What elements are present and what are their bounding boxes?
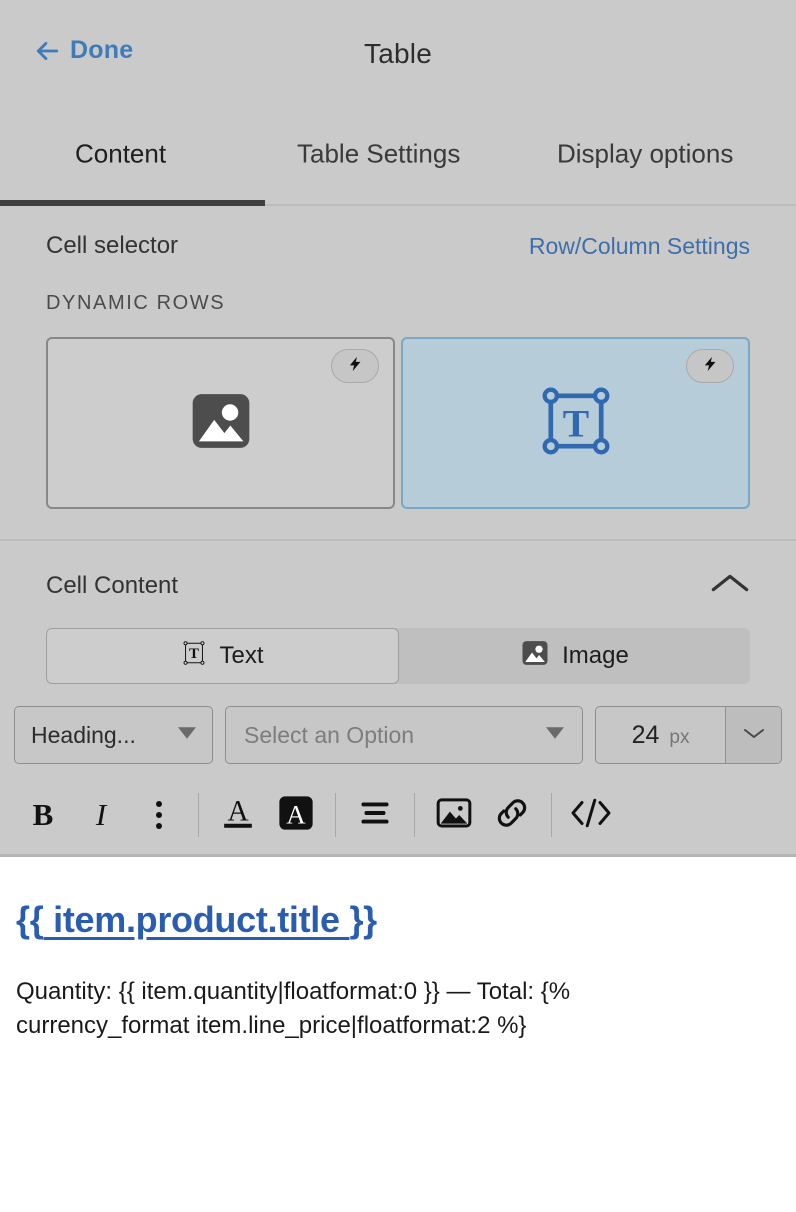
toolbar-separator <box>414 793 415 837</box>
dynamic-rows-caption: DYNAMIC ROWS <box>0 260 796 315</box>
tab-table-settings[interactable]: Table Settings <box>297 138 460 169</box>
insert-link-button[interactable] <box>483 786 541 844</box>
highlight-color-icon: A <box>277 794 315 837</box>
font-size-value: 24 <box>632 721 660 750</box>
segment-text[interactable]: T Text <box>46 628 399 684</box>
highlight-color-button[interactable]: A <box>267 786 325 844</box>
italic-icon: I <box>96 797 106 833</box>
cell-content-title: Cell Content <box>46 572 178 600</box>
chevron-down-icon <box>742 726 766 745</box>
row-column-settings-link[interactable]: Row/Column Settings <box>529 233 750 260</box>
option-select-dropdown[interactable]: Select an Option <box>225 706 583 764</box>
dynamic-badge-text[interactable] <box>686 349 734 383</box>
align-button[interactable] <box>346 786 404 844</box>
block-style-value: Heading... <box>31 722 136 749</box>
tab-display-options[interactable]: Display options <box>557 138 733 169</box>
cell-content-type-segmented: T Text Image <box>46 628 750 684</box>
bold-icon: B <box>33 797 54 833</box>
text-color-button[interactable]: A <box>209 786 267 844</box>
lightning-bolt-icon <box>702 353 719 380</box>
code-icon <box>570 796 612 835</box>
cell-selector-header: Cell selector Row/Column Settings <box>0 206 796 260</box>
page-title: Table <box>0 38 796 70</box>
segment-text-label: Text <box>219 642 263 670</box>
heading-brace-open: {{ <box>16 899 43 940</box>
svg-text:A: A <box>227 795 248 827</box>
dynamic-badge-image[interactable] <box>331 349 379 383</box>
segment-image[interactable]: Image <box>399 628 750 684</box>
lightning-bolt-icon <box>347 353 364 380</box>
heading-link-text[interactable]: item.product.title <box>43 899 349 940</box>
toolbar-separator <box>551 793 552 837</box>
align-icon <box>357 799 393 832</box>
vertical-dots-icon <box>156 801 162 829</box>
text-box-icon: T <box>540 385 612 462</box>
image-outline-icon <box>435 796 473 835</box>
tab-bar: Content Table Settings Display options <box>0 110 796 206</box>
chevron-up-icon[interactable] <box>710 571 750 600</box>
heading-brace-close: }} <box>349 899 376 940</box>
text-format-controls: Heading... Select an Option 24 px <box>0 684 796 764</box>
cell-list: T <box>0 315 796 509</box>
source-code-button[interactable] <box>562 786 620 844</box>
table-editor-panel: Done Table Content Table Settings Displa… <box>0 0 796 1212</box>
svg-text:A: A <box>286 799 306 829</box>
cell-item-image[interactable] <box>46 337 395 509</box>
editor-body-text[interactable]: Quantity: {{ item.quantity|floatformat:0… <box>16 975 706 1043</box>
segment-image-label: Image <box>562 642 629 670</box>
link-icon <box>492 795 532 836</box>
chevron-down-icon <box>546 726 564 744</box>
font-size-dropdown-button[interactable] <box>725 707 781 763</box>
rich-text-toolbar: B I A <box>0 776 796 854</box>
italic-button[interactable]: I <box>72 786 130 844</box>
cell-content-header: Cell Content <box>0 541 796 600</box>
cell-content-section: Cell Content T <box>0 541 796 854</box>
text-box-icon: T <box>181 638 207 675</box>
toolbar-separator <box>335 793 336 837</box>
editor-canvas[interactable]: {{ item.product.title }} Quantity: {{ it… <box>0 857 796 1212</box>
svg-text:T: T <box>190 646 200 662</box>
font-size-value-wrap[interactable]: 24 px <box>596 721 725 750</box>
tab-content[interactable]: Content <box>75 138 166 169</box>
font-size-unit: px <box>669 727 689 749</box>
more-options-button[interactable] <box>130 786 188 844</box>
svg-text:T: T <box>562 401 588 445</box>
block-style-dropdown[interactable]: Heading... <box>14 706 213 764</box>
image-icon <box>520 638 550 675</box>
bold-button[interactable]: B <box>14 786 72 844</box>
editor-heading[interactable]: {{ item.product.title }} <box>16 899 780 941</box>
panel-header: Done Table <box>0 0 796 110</box>
cell-selector-panel: Cell selector Row/Column Settings DYNAMI… <box>0 206 796 535</box>
text-color-icon: A <box>219 793 257 838</box>
chevron-down-icon <box>178 726 196 744</box>
cell-item-text[interactable]: T <box>401 337 750 509</box>
font-size-stepper[interactable]: 24 px <box>595 706 782 764</box>
image-icon <box>187 387 255 460</box>
insert-image-button[interactable] <box>425 786 483 844</box>
option-select-placeholder: Select an Option <box>244 722 414 749</box>
toolbar-separator <box>198 793 199 837</box>
cell-selector-label: Cell selector <box>46 232 178 260</box>
